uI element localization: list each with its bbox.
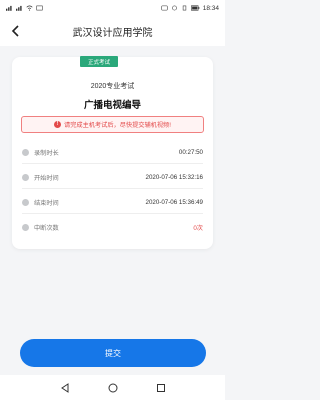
divider: [22, 213, 203, 214]
exam-type-badge: 正式考试: [80, 56, 118, 67]
clock-icon: [22, 198, 29, 206]
warning-icon: !: [54, 121, 62, 128]
info-row-interruptions: 中断次数 0次: [22, 221, 203, 233]
row-label: 录制时长: [34, 149, 59, 157]
exam-name: 广播电视编导: [83, 100, 141, 111]
vibrate-icon: [182, 5, 186, 11]
back-arrow-icon: [11, 25, 19, 37]
divider: [22, 188, 203, 189]
clock-time: 18:34: [202, 4, 219, 12]
recents-square-icon[interactable]: [156, 383, 166, 393]
row-value: 00:27:50: [178, 148, 203, 156]
signal-icon: [16, 5, 22, 11]
warning-text: 请完成主机考试后，尽快提交辅机视频!: [64, 122, 171, 129]
clock-icon: [22, 173, 29, 181]
clock-icon: [22, 148, 29, 156]
status-bar: 18:34: [0, 0, 225, 16]
row-value: 0次: [193, 224, 203, 232]
alarm-icon: [171, 5, 177, 11]
signal-icon: [6, 5, 12, 11]
row-label: 结束时间: [34, 199, 59, 207]
back-triangle-icon[interactable]: [60, 382, 70, 393]
row-value: 2020-07-06 15:32:16: [145, 173, 203, 181]
page-title: 武汉设计应用学院: [72, 27, 153, 39]
nfc-icon: [161, 5, 168, 11]
submit-button[interactable]: 提交: [20, 339, 206, 367]
row-label: 中断次数: [34, 224, 59, 232]
battery-icon: [190, 5, 200, 11]
status-icons-left: [6, 5, 43, 11]
notification-icon: [36, 5, 43, 11]
row-value: 2020-07-06 15:36:49: [145, 198, 203, 206]
status-icons-right: 18:34: [161, 5, 219, 12]
warning-banner: ! 请完成主机考试后，尽快提交辅机视频!: [21, 116, 204, 133]
back-button[interactable]: [8, 23, 24, 39]
wifi-icon: [26, 5, 33, 11]
home-circle-icon[interactable]: [108, 383, 118, 393]
info-row-end-time: 结束时间 2020-07-06 15:36:49: [22, 196, 203, 208]
clock-icon: [22, 223, 29, 231]
row-label: 开始时间: [34, 174, 59, 182]
system-nav-bar: [0, 375, 225, 400]
info-row-start-time: 开始时间 2020-07-06 15:32:16: [22, 171, 203, 183]
nav-bar: 武汉设计应用学院: [0, 16, 225, 46]
divider: [22, 163, 203, 164]
exam-year: 2020专业考试: [90, 83, 135, 90]
info-row-duration: 录制时长 00:27:50: [22, 146, 203, 158]
